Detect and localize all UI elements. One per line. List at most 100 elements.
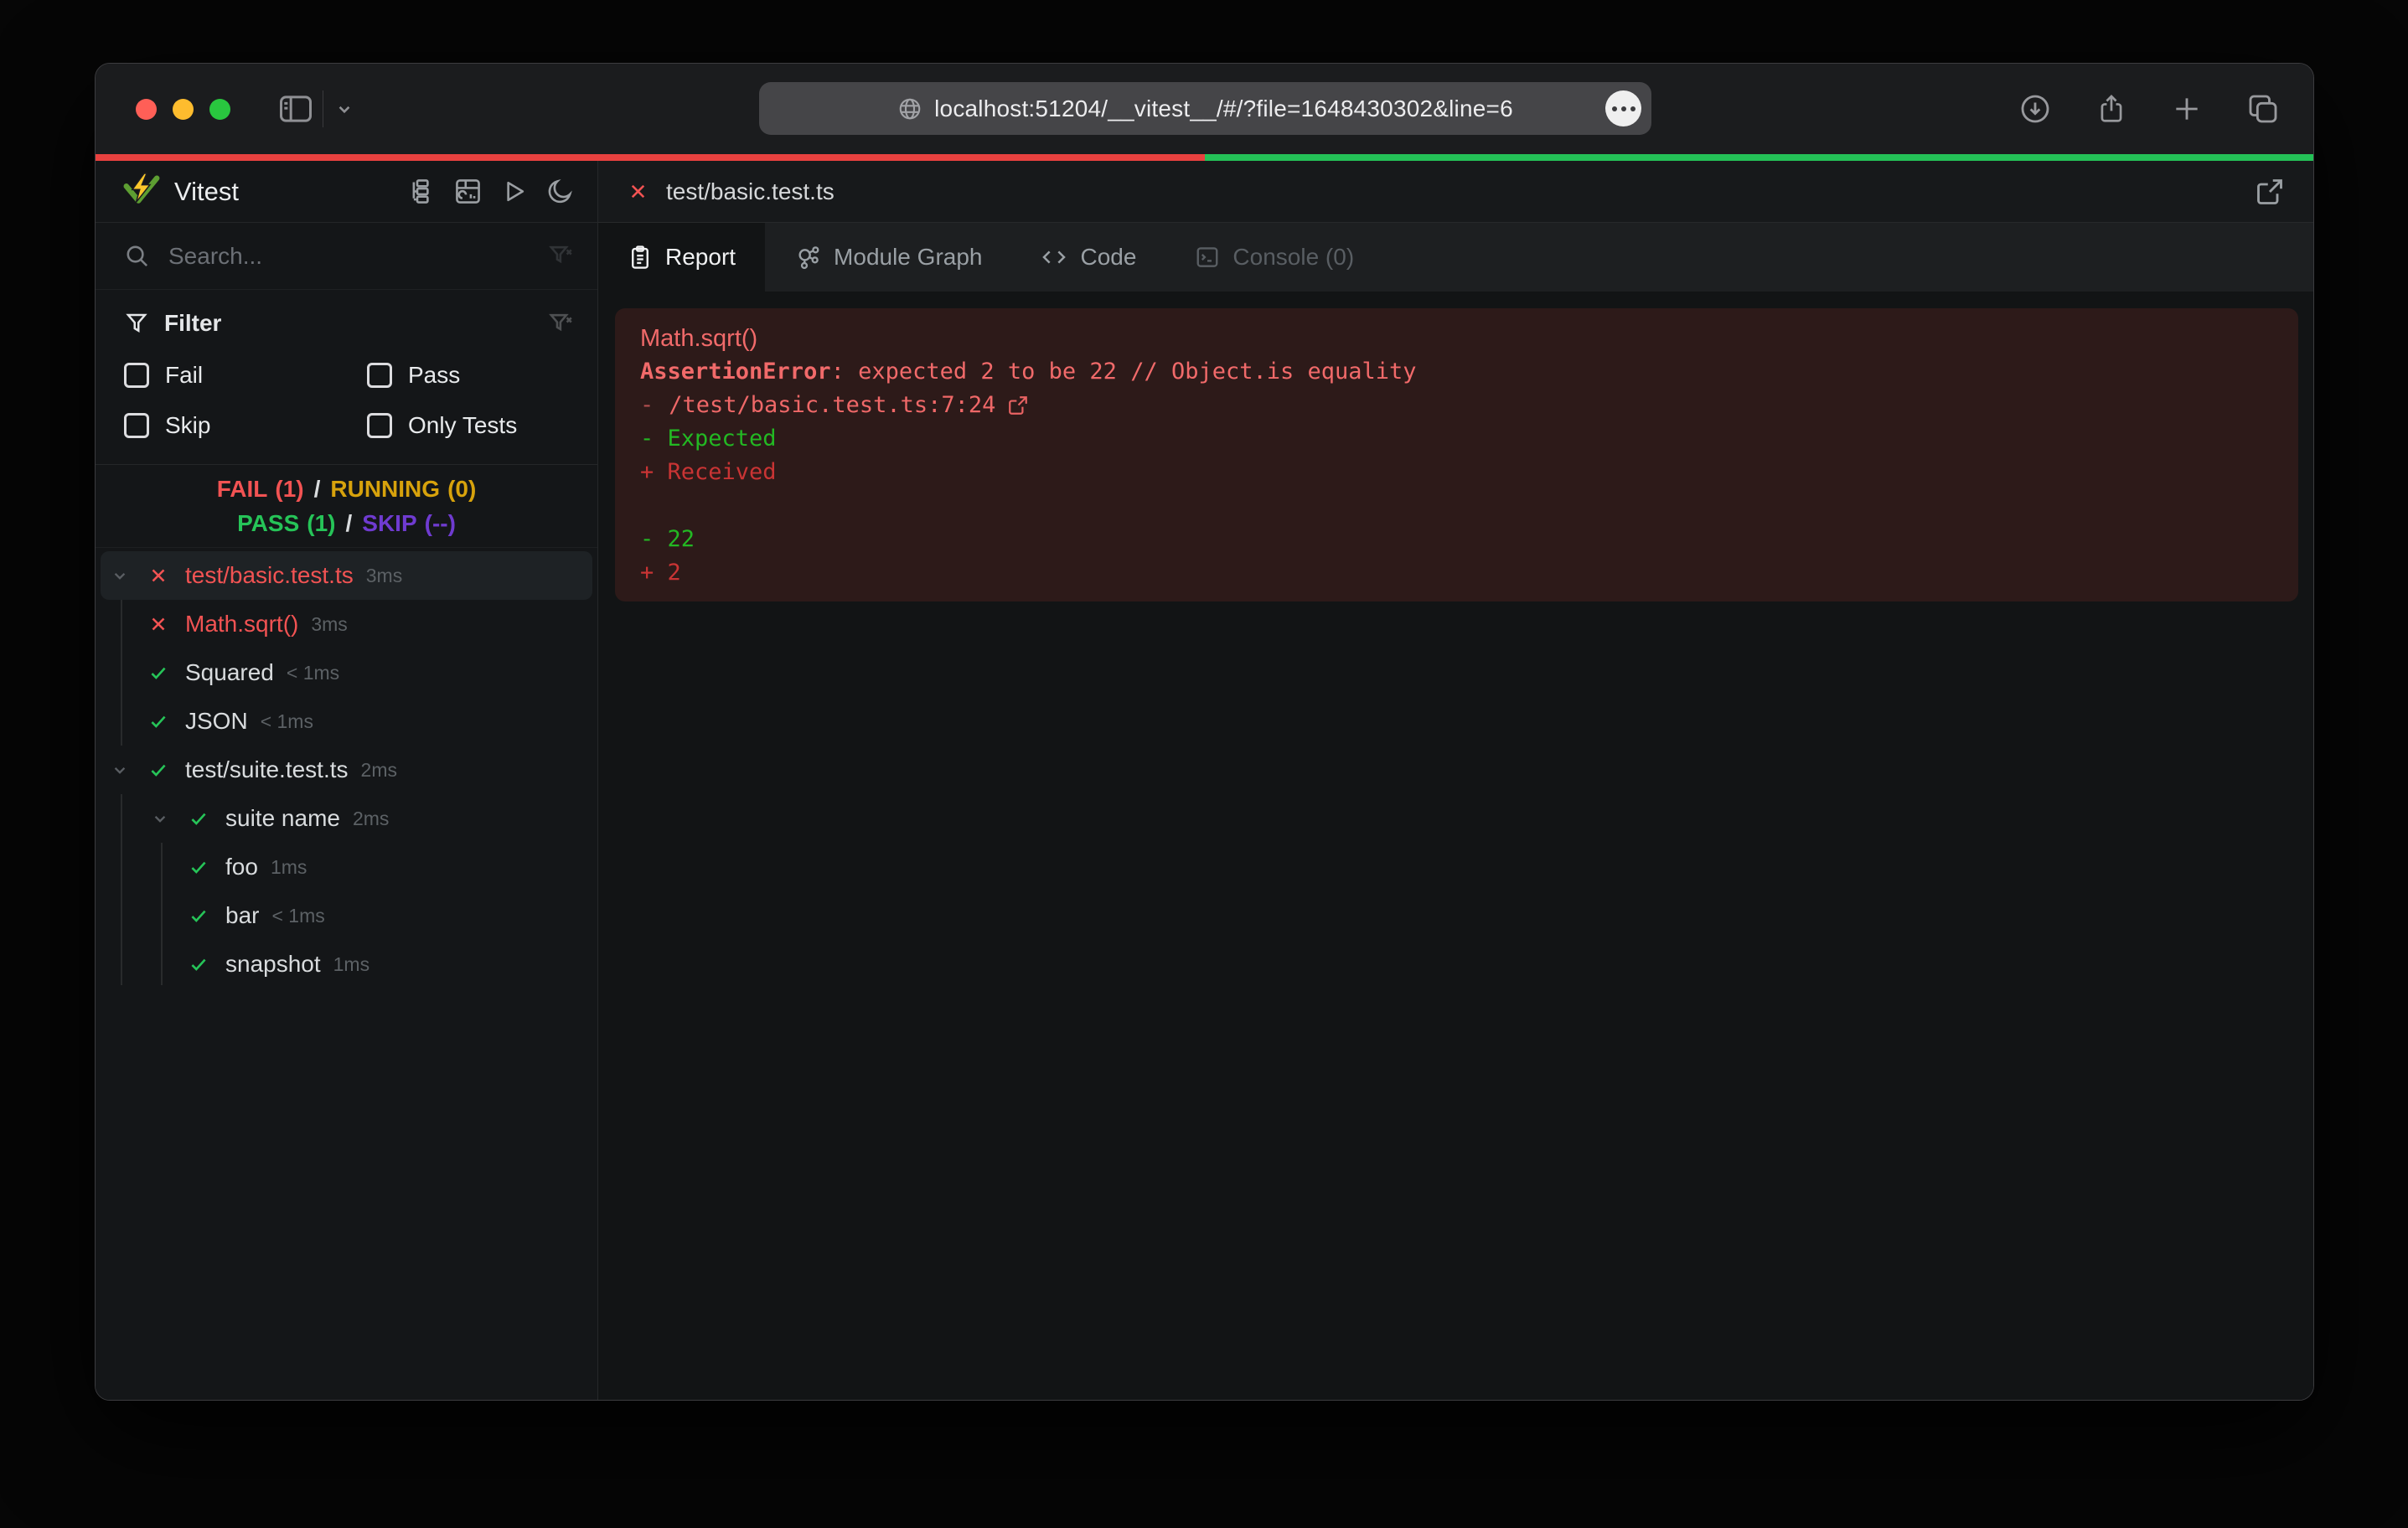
tree-item-label: test/basic.test.ts [185, 562, 354, 589]
summary-row-pass-skip: PASS (1) / SKIP (--) [237, 510, 456, 537]
downloads-icon[interactable] [2018, 92, 2052, 126]
filter-title: Filter [164, 310, 221, 337]
skip-count: (--) [425, 510, 456, 537]
tree-item-label: suite name [225, 805, 340, 832]
main-panel: test/basic.test.ts [598, 161, 2313, 1400]
sidebar: Vitest [96, 161, 598, 1400]
tree-item-label: test/suite.test.ts [185, 756, 349, 783]
pass-label: PASS [237, 510, 299, 537]
search-icon [124, 243, 150, 269]
tab-console[interactable]: Console (0) [1165, 223, 1383, 292]
pass-check-icon [188, 953, 211, 975]
progress-pass [1205, 154, 2314, 161]
chevron-down-icon[interactable] [333, 98, 355, 120]
pass-count: (1) [307, 510, 335, 537]
diff-received-label: + Received [640, 456, 2273, 489]
chevron-down-icon[interactable] [109, 759, 132, 781]
ellipsis-icon[interactable] [1605, 90, 1641, 126]
tree-item-test-squared[interactable]: Squared < 1ms [101, 648, 592, 697]
tab-label: Module Graph [834, 244, 982, 271]
pass-check-icon [188, 808, 211, 829]
share-icon[interactable] [2095, 92, 2127, 126]
fail-label: FAIL [217, 476, 268, 503]
tab-report[interactable]: Report [598, 223, 765, 292]
chevron-down-icon[interactable] [149, 808, 173, 829]
tree-item-file-basic[interactable]: test/basic.test.ts 3ms [101, 551, 592, 600]
code-brackets-icon [1041, 244, 1067, 271]
stack-pointer: - [640, 389, 654, 422]
zoom-window-button[interactable] [209, 99, 230, 120]
pass-check-icon [147, 662, 171, 684]
filter-checkbox-pass[interactable]: Pass [367, 362, 574, 389]
diff-received-value: + 2 [640, 556, 2273, 590]
tab-label: Console (0) [1232, 244, 1354, 271]
view-tabs: Report Module Graph [598, 223, 2313, 292]
filter-icon [124, 311, 149, 336]
tree-item-file-suite[interactable]: test/suite.test.ts 2ms [101, 746, 592, 794]
open-in-editor-icon[interactable] [2255, 177, 2285, 207]
tree-item-label: bar [225, 902, 259, 929]
tree-item-test-foo[interactable]: foo 1ms [101, 843, 592, 891]
collapse-tree-icon[interactable] [408, 178, 436, 205]
report-content: Math.sqrt() AssertionError: expected 2 t… [598, 292, 2313, 1400]
indent-guide [161, 843, 163, 985]
close-window-button[interactable] [136, 99, 157, 120]
test-tree: test/basic.test.ts 3ms Math.sqrt() 3ms [96, 548, 597, 1400]
tree-item-duration: 2ms [353, 808, 389, 830]
tree-item-label: foo [225, 854, 258, 880]
file-header: test/basic.test.ts [598, 161, 2313, 223]
separator: / [314, 476, 321, 503]
window-controls [136, 99, 230, 120]
running-label: RUNNING [330, 476, 440, 503]
filter-checkbox-skip[interactable]: Skip [124, 412, 367, 439]
error-message: : expected 2 to be 22 // Object.is equal… [831, 359, 1417, 385]
stack-location: /test/basic.test.ts:7:24 [669, 389, 995, 422]
tab-overview-icon[interactable] [2246, 92, 2280, 126]
diff-expected-value: - 22 [640, 523, 2273, 556]
pass-check-icon [188, 856, 211, 878]
tab-label: Code [1080, 244, 1136, 271]
stack-trace-line[interactable]: -/test/basic.test.ts:7:24 [640, 389, 2273, 422]
desktop: localhost:51204/__vitest__/#/?file=16484… [0, 0, 2408, 1528]
dashboard-icon[interactable] [454, 178, 482, 205]
globe-icon [897, 96, 922, 121]
tree-item-test-json[interactable]: JSON < 1ms [101, 697, 592, 746]
fail-x-icon [627, 180, 649, 203]
tree-item-duration: < 1ms [287, 662, 339, 684]
checkbox-label: Skip [165, 412, 210, 439]
clear-search-filter-icon[interactable] [548, 243, 574, 269]
checkbox-label: Pass [408, 362, 460, 389]
filter-checkbox-fail[interactable]: Fail [124, 362, 367, 389]
tree-item-label: JSON [185, 708, 248, 735]
tab-module-graph[interactable]: Module Graph [765, 223, 1011, 292]
url-bar[interactable]: localhost:51204/__vitest__/#/?file=16484… [759, 82, 1651, 135]
browser-toolbar: localhost:51204/__vitest__/#/?file=16484… [96, 64, 2313, 154]
clear-filter-icon[interactable] [548, 311, 574, 337]
sidebar-toggle-icon[interactable] [279, 95, 313, 123]
new-tab-icon[interactable] [2171, 93, 2203, 125]
theme-toggle-moon-icon[interactable] [546, 178, 574, 205]
filter-section: Filter Fail [96, 290, 597, 465]
tree-item-test-bar[interactable]: bar < 1ms [101, 891, 592, 940]
fail-count: (1) [275, 476, 303, 503]
browser-window: localhost:51204/__vitest__/#/?file=16484… [95, 63, 2314, 1401]
tree-item-test-mathsqrt[interactable]: Math.sqrt() 3ms [101, 600, 592, 648]
running-count: (0) [447, 476, 476, 503]
tree-item-label: Math.sqrt() [185, 611, 298, 638]
fail-x-icon [147, 613, 171, 635]
tree-item-suite-name[interactable]: suite name 2ms [101, 794, 592, 843]
filter-checkbox-only-tests[interactable]: Only Tests [367, 412, 574, 439]
console-terminal-icon [1195, 245, 1220, 270]
tree-item-test-snapshot[interactable]: snapshot 1ms [101, 940, 592, 989]
checkbox-icon [367, 413, 392, 438]
checkbox-label: Fail [165, 362, 203, 389]
fail-x-icon [147, 565, 171, 586]
run-all-icon[interactable] [500, 178, 528, 205]
search-input[interactable] [168, 243, 548, 270]
external-link-icon[interactable] [1007, 395, 1029, 416]
chevron-down-icon[interactable] [109, 565, 132, 586]
blank-line [640, 489, 2273, 523]
module-graph-icon [794, 244, 821, 271]
tab-code[interactable]: Code [1011, 223, 1165, 292]
minimize-window-button[interactable] [173, 99, 194, 120]
